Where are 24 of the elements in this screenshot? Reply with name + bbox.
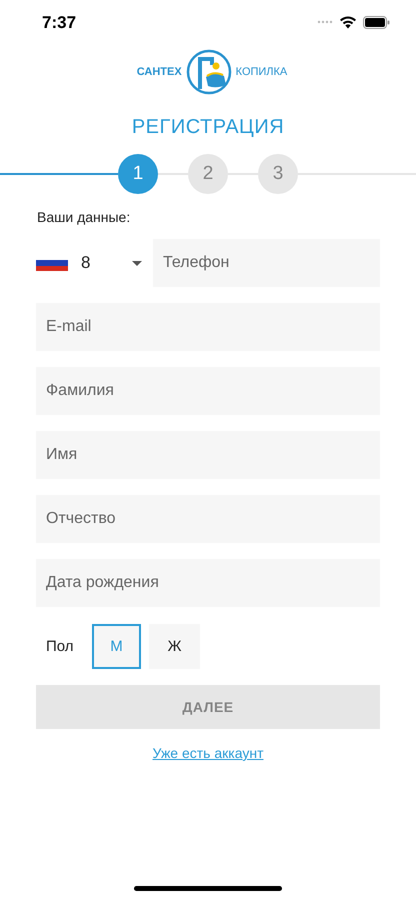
step-indicator: 2 bbox=[188, 154, 228, 194]
step-indicator: 3 bbox=[258, 154, 298, 194]
phone-field[interactable]: Телефон bbox=[153, 239, 380, 287]
logo-text: САНТЕХ bbox=[136, 66, 182, 78]
login-link[interactable]: Уже есть аккаунт bbox=[152, 745, 264, 761]
caret-icon bbox=[132, 260, 142, 266]
input-field[interactable]: Имя bbox=[36, 431, 380, 479]
section-label: Ваши данные: bbox=[37, 209, 132, 227]
signal-icon bbox=[317, 20, 333, 24]
gender-option[interactable]: Ж bbox=[149, 624, 200, 669]
input-field[interactable]: Фамилия bbox=[36, 367, 380, 415]
step-indicator: 1 bbox=[118, 154, 158, 194]
logo-text: КОПИЛКА bbox=[236, 66, 288, 78]
battery-icon bbox=[363, 16, 390, 28]
page-title: РЕГИСТРАЦИЯ bbox=[130, 116, 286, 140]
input-field[interactable]: E-mail bbox=[36, 303, 380, 351]
input-field[interactable]: Дата рождения bbox=[36, 559, 380, 607]
gender-label: Пол bbox=[46, 638, 75, 655]
logo-icon bbox=[186, 49, 232, 95]
country-selector[interactable]: 8 bbox=[36, 239, 153, 287]
input-field[interactable]: Отчество bbox=[36, 495, 380, 543]
clock-time: 7:37 bbox=[42, 13, 76, 33]
gender-option[interactable]: М bbox=[92, 624, 141, 669]
wifi-icon bbox=[339, 16, 357, 28]
